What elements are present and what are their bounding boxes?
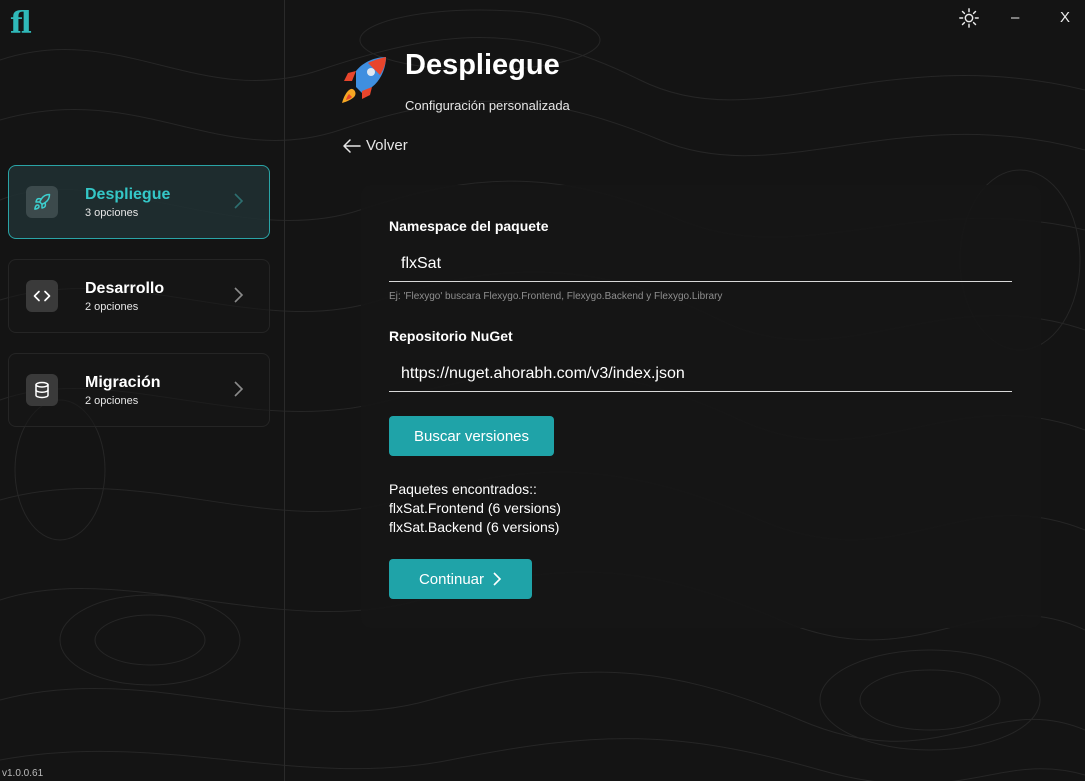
arrow-left-icon: [343, 138, 361, 153]
app-version: v1.0.0.61: [2, 768, 44, 779]
code-icon: [26, 280, 58, 312]
sidebar-item-desarrollo[interactable]: Desarrollo 2 opciones: [8, 259, 270, 333]
result-item: flxSat.Backend (6 versions): [389, 519, 560, 535]
repository-input[interactable]: [389, 356, 1012, 392]
results-title: Paquetes encontrados::: [389, 481, 537, 497]
sidebar-item-despliegue[interactable]: Despliegue 3 opciones: [8, 165, 270, 239]
repository-label: Repositorio NuGet: [389, 328, 513, 344]
search-versions-button[interactable]: Buscar versiones: [389, 416, 554, 456]
namespace-label: Namespace del paquete: [389, 218, 549, 234]
namespace-input[interactable]: [389, 246, 1012, 282]
chevron-right-icon: [234, 193, 244, 209]
results-panel: Paquetes encontrados:: flxSat.Frontend (…: [389, 480, 561, 537]
namespace-hint: Ej: 'Flexygo' buscara Flexygo.Frontend, …: [389, 291, 723, 302]
continue-label: Continuar: [418, 570, 485, 588]
sidebar-item-migracion[interactable]: Migración 2 opciones: [8, 353, 270, 427]
page-subtitle: Configuración personalizada: [405, 98, 570, 113]
close-button[interactable]: X: [1060, 9, 1070, 26]
chevron-right-icon: [234, 381, 244, 397]
app-logo: fl: [10, 6, 32, 41]
sidebar-item-title: Migración: [85, 373, 161, 391]
minimize-button[interactable]: –: [1011, 9, 1019, 26]
page-title: Despliegue: [405, 49, 560, 81]
configuration-card: Namespace del paquete Ej: 'Flexygo' busc…: [361, 185, 1041, 628]
sidebar-item-subtitle: 3 opciones: [85, 206, 139, 219]
continue-button[interactable]: Continuar: [389, 559, 532, 599]
sidebar: fl Despliegue 3 opciones Desarrollo 2 op…: [0, 0, 285, 781]
chevron-right-icon: [234, 287, 244, 303]
chevron-right-icon: [493, 572, 502, 586]
rocket-icon: [26, 186, 58, 218]
sidebar-item-subtitle: 2 opciones: [85, 394, 139, 407]
sidebar-item-title: Desarrollo: [85, 279, 165, 297]
sidebar-item-subtitle: 2 opciones: [85, 300, 139, 313]
sidebar-item-title: Despliegue: [85, 185, 171, 203]
result-item: flxSat.Frontend (6 versions): [389, 500, 561, 516]
back-link[interactable]: Volver: [343, 137, 408, 154]
database-icon: [26, 374, 58, 406]
back-label: Volver: [366, 137, 408, 154]
sun-icon[interactable]: [958, 7, 980, 29]
rocket-icon: [342, 57, 386, 103]
